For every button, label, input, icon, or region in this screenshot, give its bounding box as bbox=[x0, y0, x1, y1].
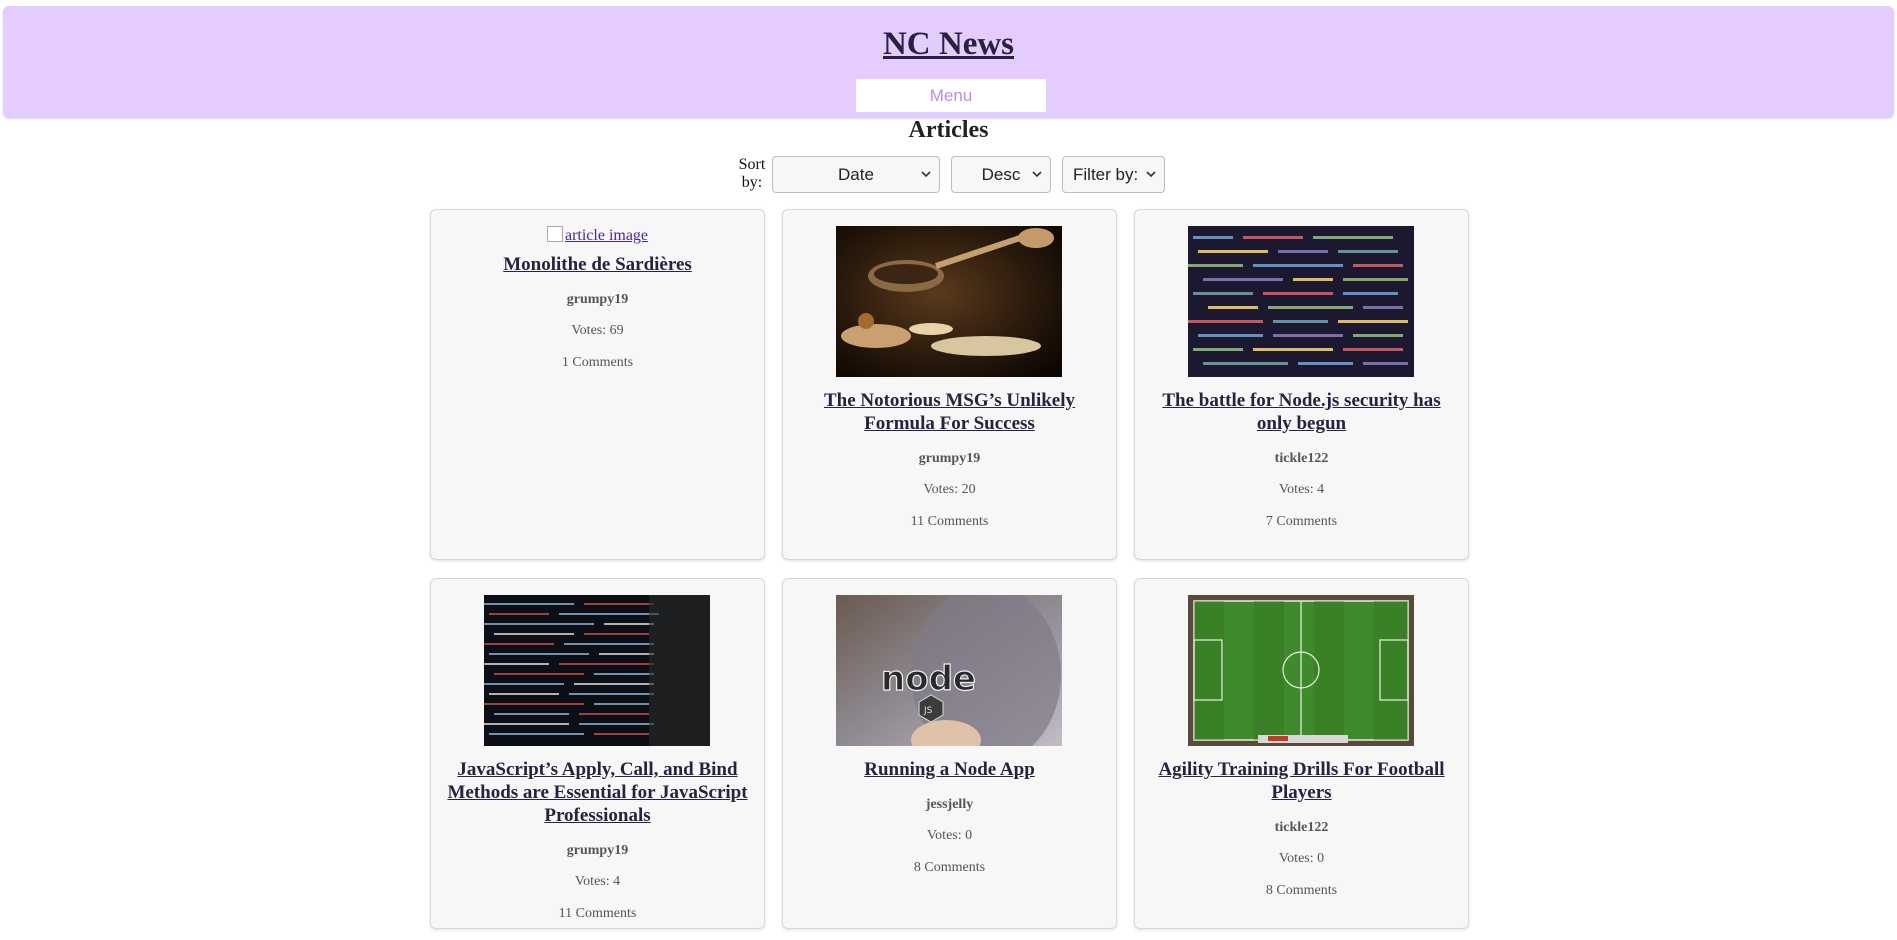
article-votes: Votes: 4 bbox=[574, 874, 621, 889]
article-author: jessjelly bbox=[925, 797, 974, 812]
article-votes: Votes: 0 bbox=[1278, 851, 1325, 866]
article-title-link[interactable]: The battle for Node.js security has only… bbox=[1149, 389, 1454, 435]
article-votes: Votes: 4 bbox=[1278, 482, 1325, 497]
article-title-link[interactable]: Agility Training Drills For Football Pla… bbox=[1149, 758, 1454, 804]
menu-button[interactable]: Menu bbox=[856, 79, 1046, 112]
sort-by-select[interactable]: Date bbox=[772, 156, 940, 193]
article-comments: 8 Comments bbox=[913, 860, 986, 875]
article-votes: Votes: 69 bbox=[571, 323, 624, 338]
article-title-link[interactable]: The Notorious MSG’s Unlikely Formula For… bbox=[797, 389, 1102, 435]
chevron-down-icon bbox=[921, 171, 931, 178]
article-comments: 1 Comments bbox=[561, 355, 634, 370]
article-image[interactable] bbox=[1188, 595, 1414, 746]
article-image[interactable] bbox=[484, 595, 710, 746]
article-card[interactable]: node JS Running a Node App jessjelly Vot… bbox=[782, 578, 1117, 929]
article-card[interactable]: The battle for Node.js security has only… bbox=[1134, 209, 1469, 560]
sort-label: Sort by: bbox=[738, 156, 766, 191]
page-title: Articles bbox=[908, 117, 989, 143]
order-select[interactable]: Desc bbox=[951, 156, 1051, 193]
article-comments: 11 Comments bbox=[910, 514, 989, 529]
article-card[interactable]: Agility Training Drills For Football Pla… bbox=[1134, 578, 1469, 929]
filter-select[interactable]: Filter by: bbox=[1062, 156, 1165, 193]
article-author: tickle122 bbox=[1274, 451, 1329, 466]
chevron-down-icon bbox=[1146, 171, 1156, 178]
article-image[interactable] bbox=[836, 226, 1062, 377]
svg-text:JS: JS bbox=[923, 706, 933, 716]
site-header: NC News Menu bbox=[3, 6, 1894, 118]
sort-by-value: Date bbox=[838, 164, 874, 184]
svg-text:node: node bbox=[881, 659, 976, 699]
article-author: tickle122 bbox=[1274, 820, 1329, 835]
order-value: Desc bbox=[981, 164, 1021, 184]
filter-value: Filter by: bbox=[1073, 164, 1139, 184]
article-votes: Votes: 20 bbox=[923, 482, 976, 497]
article-comments: 8 Comments bbox=[1265, 883, 1338, 898]
article-comments: 7 Comments bbox=[1265, 514, 1338, 529]
article-title-link[interactable]: JavaScript’s Apply, Call, and Bind Metho… bbox=[445, 758, 750, 827]
article-image[interactable]: article image bbox=[431, 226, 764, 245]
article-author: grumpy19 bbox=[566, 292, 629, 307]
article-author: grumpy19 bbox=[566, 843, 629, 858]
article-title-link[interactable]: Monolithe de Sardières bbox=[445, 253, 750, 276]
article-author: grumpy19 bbox=[918, 451, 981, 466]
article-image[interactable]: node JS bbox=[836, 595, 1062, 746]
site-title-link[interactable]: NC News bbox=[3, 26, 1894, 63]
article-card[interactable]: The Notorious MSG’s Unlikely Formula For… bbox=[782, 209, 1117, 560]
article-comments: 11 Comments bbox=[558, 906, 637, 921]
article-card[interactable]: JavaScript’s Apply, Call, and Bind Metho… bbox=[430, 578, 765, 929]
article-image-alt: article image bbox=[564, 227, 649, 244]
article-votes: Votes: 0 bbox=[926, 828, 973, 843]
article-image[interactable] bbox=[1188, 226, 1414, 377]
article-card[interactable]: article image Monolithe de Sardières gru… bbox=[430, 209, 765, 560]
chevron-down-icon bbox=[1032, 171, 1042, 178]
article-title-link[interactable]: Running a Node App bbox=[797, 758, 1102, 781]
broken-image-icon bbox=[546, 226, 563, 242]
